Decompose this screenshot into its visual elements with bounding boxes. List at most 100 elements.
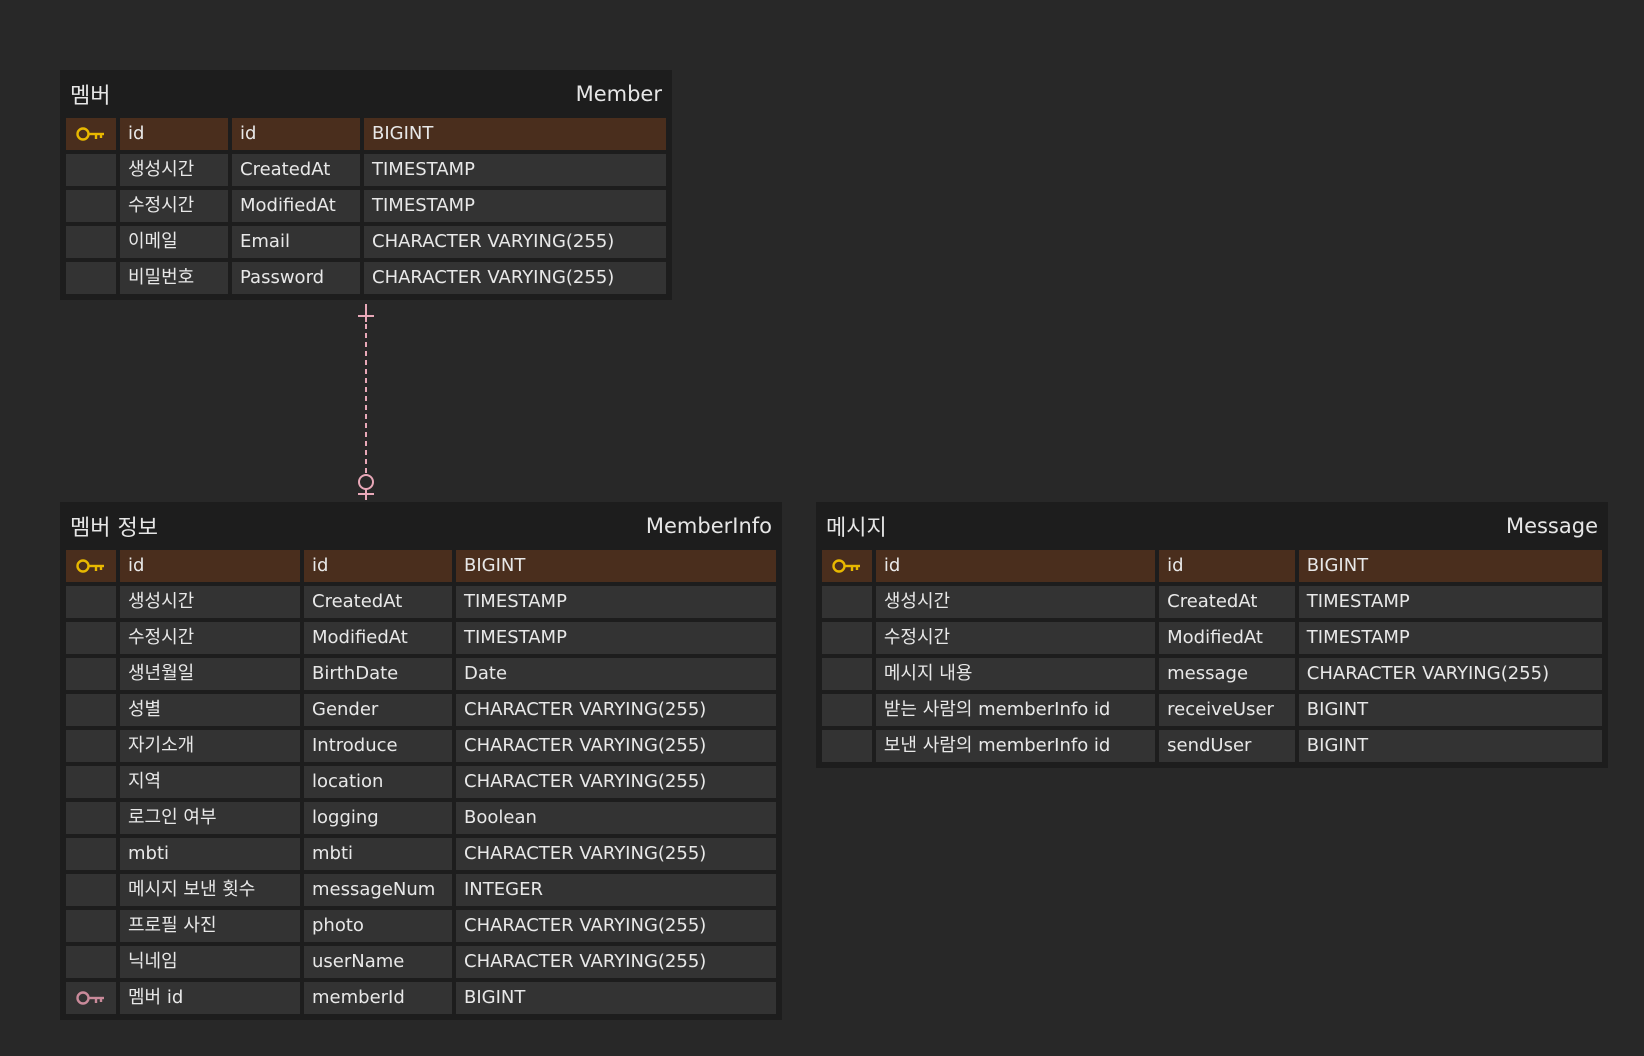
column-type: CHARACTER VARYING(255) (456, 766, 776, 798)
column-physical-name: Introduce (304, 730, 452, 762)
column-physical-name: photo (304, 910, 452, 942)
column-logical-name: 멤버 id (120, 982, 300, 1014)
column-logical-name: 생년월일 (120, 658, 300, 690)
primary-key-icon (76, 558, 106, 574)
table-row[interactable]: 생년월일 BirthDate Date (66, 658, 776, 690)
column-type: INTEGER (456, 874, 776, 906)
table-row[interactable]: 로그인 여부 logging Boolean (66, 802, 776, 834)
column-physical-name: message (1159, 658, 1295, 690)
key-cell (66, 622, 116, 654)
key-cell (66, 802, 116, 834)
column-type: BIGINT (364, 118, 666, 150)
column-logical-name: id (120, 550, 300, 582)
column-physical-name: logging (304, 802, 452, 834)
entity-header: 멤버 정보 MemberInfo (66, 502, 776, 550)
column-type: CHARACTER VARYING(255) (1298, 658, 1602, 690)
key-cell (66, 118, 116, 150)
column-physical-name: CreatedAt (304, 586, 452, 618)
column-type: BIGINT (456, 550, 776, 582)
table-row[interactable]: 비밀번호 Password CHARACTER VARYING(255) (66, 262, 666, 294)
table-row[interactable]: 받는 사람의 memberInfo id receiveUser BIGINT (822, 694, 1602, 726)
column-type: Date (456, 658, 776, 690)
entity-eng-name: MemberInfo (645, 514, 772, 538)
table-row[interactable]: id id BIGINT (66, 118, 666, 150)
column-logical-name: 프로필 사진 (120, 910, 300, 942)
table-row[interactable]: 멤버 id memberId BIGINT (66, 982, 776, 1014)
table-row[interactable]: id id BIGINT (66, 550, 776, 582)
column-logical-name: 수정시간 (120, 190, 228, 222)
column-type: BIGINT (1298, 694, 1602, 726)
column-physical-name: Gender (304, 694, 452, 726)
table-row[interactable]: 성별 Gender CHARACTER VARYING(255) (66, 694, 776, 726)
relation-zero-marker (358, 474, 374, 490)
key-cell (822, 550, 872, 582)
entity-message[interactable]: 메시지 Message id id BIGINT 생성시간 CreatedAt TIMES… (816, 502, 1608, 768)
column-physical-name: ModifiedAt (232, 190, 360, 222)
column-logical-name: 받는 사람의 memberInfo id (875, 694, 1156, 726)
entity-kor-name: 멤버 (70, 84, 111, 109)
column-logical-name: 성별 (120, 694, 300, 726)
table-row[interactable]: 생성시간 CreatedAt TIMESTAMP (66, 586, 776, 618)
table-row[interactable]: 수정시간 ModifiedAt TIMESTAMP (66, 622, 776, 654)
column-physical-name: ModifiedAt (1159, 622, 1295, 654)
entity-eng-name: Message (1505, 514, 1598, 538)
column-type: CHARACTER VARYING(255) (456, 694, 776, 726)
table-row[interactable]: 보낸 사람의 memberInfo id sendUser BIGINT (822, 730, 1602, 762)
key-cell (66, 586, 116, 618)
entity-kor-name: 멤버 정보 (70, 516, 158, 541)
column-physical-name: Password (232, 262, 360, 294)
key-cell (66, 550, 116, 582)
column-type: TIMESTAMP (364, 154, 666, 186)
column-type: Boolean (456, 802, 776, 834)
table-row[interactable]: 이메일 Email CHARACTER VARYING(255) (66, 226, 666, 258)
key-cell (822, 694, 872, 726)
column-logical-name: 보낸 사람의 memberInfo id (875, 730, 1156, 762)
key-cell (66, 766, 116, 798)
column-logical-name: 닉네임 (120, 946, 300, 978)
column-type: CHARACTER VARYING(255) (456, 838, 776, 870)
table-row[interactable]: 수정시간 ModifiedAt TIMESTAMP (66, 190, 666, 222)
entity-member[interactable]: 멤버 Member id id BIGINT 생성시간 CreatedAt TIMESTA… (60, 70, 672, 300)
table-row[interactable]: 자기소개 Introduce CHARACTER VARYING(255) (66, 730, 776, 762)
table-row[interactable]: 닉네임 userName CHARACTER VARYING(255) (66, 946, 776, 978)
column-logical-name: 비밀번호 (120, 262, 228, 294)
column-logical-name: 이메일 (120, 226, 228, 258)
column-type: BIGINT (456, 982, 776, 1014)
table-row[interactable]: 수정시간 ModifiedAt TIMESTAMP (822, 622, 1602, 654)
table-row[interactable]: 프로필 사진 photo CHARACTER VARYING(255) (66, 910, 776, 942)
column-list: id id BIGINT 생성시간 CreatedAt TIMESTAMP 수정시간 Modi… (66, 550, 776, 1014)
column-type: BIGINT (1298, 730, 1602, 762)
table-row[interactable]: 생성시간 CreatedAt TIMESTAMP (66, 154, 666, 186)
column-physical-name: id (1159, 550, 1295, 582)
column-logical-name: 생성시간 (120, 586, 300, 618)
column-type: BIGINT (1298, 550, 1602, 582)
column-physical-name: BirthDate (304, 658, 452, 690)
column-physical-name: Email (232, 226, 360, 258)
table-row[interactable]: 메시지 내용 message CHARACTER VARYING(255) (822, 658, 1602, 690)
key-cell (66, 262, 116, 294)
column-physical-name: id (232, 118, 360, 150)
column-type: CHARACTER VARYING(255) (364, 226, 666, 258)
table-row[interactable]: 메시지 보낸 횟수 messageNum INTEGER (66, 874, 776, 906)
key-cell (822, 622, 872, 654)
column-logical-name: 수정시간 (120, 622, 300, 654)
entity-member-info[interactable]: 멤버 정보 MemberInfo id id BIGINT 생성시간 CreatedAt… (60, 502, 782, 1020)
key-cell (66, 982, 116, 1014)
table-row[interactable]: 생성시간 CreatedAt TIMESTAMP (822, 586, 1602, 618)
table-row[interactable]: id id BIGINT (822, 550, 1602, 582)
column-list: id id BIGINT 생성시간 CreatedAt TIMESTAMP 수정시간 Modi… (822, 550, 1602, 762)
primary-key-icon (76, 126, 106, 142)
column-physical-name: id (304, 550, 452, 582)
column-physical-name: sendUser (1159, 730, 1295, 762)
column-type: TIMESTAMP (1298, 622, 1602, 654)
key-cell (66, 226, 116, 258)
column-physical-name: CreatedAt (232, 154, 360, 186)
table-row[interactable]: 지역 location CHARACTER VARYING(255) (66, 766, 776, 798)
key-cell (66, 838, 116, 870)
table-row[interactable]: mbti mbti CHARACTER VARYING(255) (66, 838, 776, 870)
entity-kor-name: 메시지 (826, 516, 887, 541)
column-type: CHARACTER VARYING(255) (456, 946, 776, 978)
column-logical-name: 생성시간 (120, 154, 228, 186)
column-type: CHARACTER VARYING(255) (364, 262, 666, 294)
column-physical-name: ModifiedAt (304, 622, 452, 654)
